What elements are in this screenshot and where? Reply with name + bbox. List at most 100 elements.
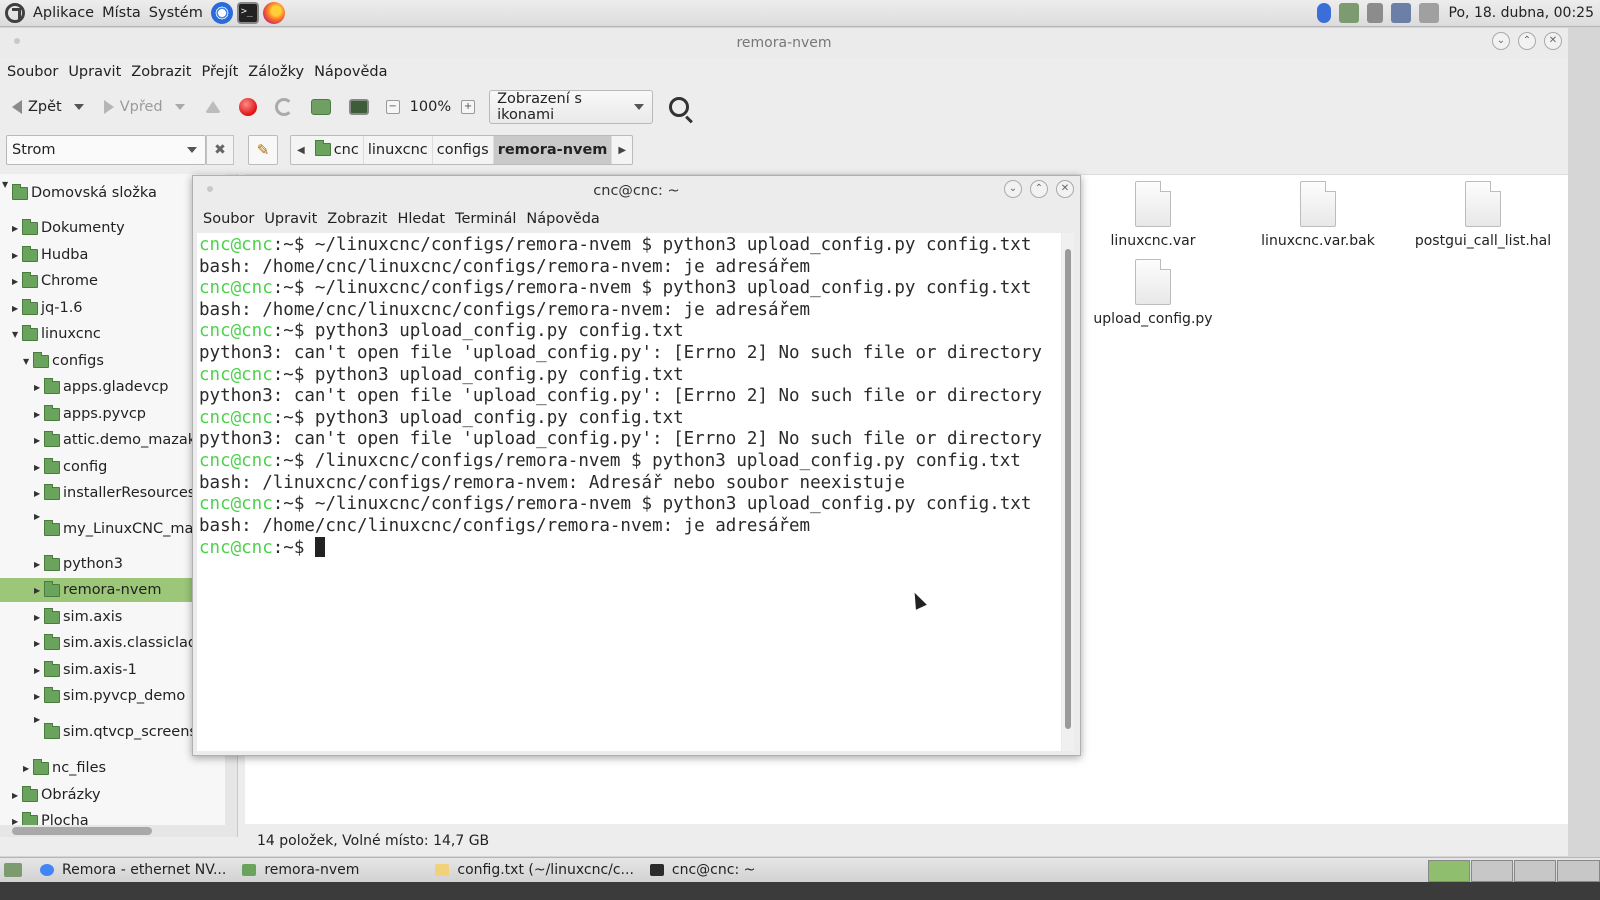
tree-item-sim-axis-1[interactable]: ▶ sim.axis-1: [34, 658, 137, 682]
fm-menu-napoveda[interactable]: Nápověda: [309, 64, 392, 80]
back-history-icon[interactable]: [73, 104, 84, 110]
window-menu-icon[interactable]: [14, 38, 20, 44]
show-desktop-button[interactable]: [0, 858, 32, 883]
workspace-3[interactable]: [1514, 860, 1556, 882]
network-icon[interactable]: [1338, 3, 1359, 23]
zoom-in-button[interactable]: +: [461, 100, 476, 114]
parent-folder-icon[interactable]: [204, 101, 221, 113]
workspace-1[interactable]: [1428, 860, 1470, 882]
term-menu-upravit[interactable]: Upravit: [259, 211, 322, 227]
tree-item-nc-files[interactable]: ▶ nc_files: [23, 756, 106, 780]
menu-mista[interactable]: Místa: [98, 5, 145, 21]
terminal-maximize-button[interactable]: ⌃: [1030, 180, 1048, 198]
tree-item-attic-demo-mazak[interactable]: ▶ attic.demo_mazak: [34, 428, 196, 452]
sidebar-mode-select[interactable]: Strom: [6, 135, 206, 165]
update-icon[interactable]: [1390, 3, 1411, 23]
scrollbar-thumb[interactable]: [12, 827, 152, 835]
term-menu-napoveda[interactable]: Nápověda: [521, 211, 604, 227]
tree-item-sim-axis[interactable]: ▶ sim.axis: [34, 605, 122, 629]
fm-menu-zalozky[interactable]: Záložky: [243, 64, 309, 80]
terminal-close-button[interactable]: ✕: [1056, 180, 1074, 198]
tree-item-sim-axis-classicladder[interactable]: ▶ sim.axis.classicladde: [34, 631, 215, 655]
back-button[interactable]: Zpět: [8, 91, 88, 123]
tree-item-configs[interactable]: ▼ configs: [23, 349, 104, 373]
tree-item-my-linuxcnc-expander[interactable]: ▶: [34, 504, 44, 528]
term-menu-soubor[interactable]: Soubor: [198, 211, 259, 227]
fm-close-button[interactable]: ✕: [1544, 32, 1562, 50]
breadcrumb-remora-nvem[interactable]: remora-nvem: [493, 136, 613, 164]
fm-maximize-button[interactable]: ⌃: [1518, 32, 1536, 50]
scrollbar-thumb[interactable]: [1065, 249, 1071, 729]
firefox-launcher-icon[interactable]: [262, 2, 285, 24]
menu-system[interactable]: Systém: [145, 5, 207, 21]
tree-item-obrazky[interactable]: ▶ Obrázky: [12, 783, 101, 807]
tree-item-sim-qtvcp-screens[interactable]: sim.qtvcp_screens.c: [44, 720, 210, 744]
tree-item-python3[interactable]: ▶ python3: [34, 552, 123, 576]
workspace-2[interactable]: [1471, 860, 1513, 882]
tree-item-apps-pyvcp[interactable]: ▶ apps.pyvcp: [34, 402, 146, 426]
removable-media-icon[interactable]: [1418, 3, 1439, 23]
task-chrome[interactable]: Remora - ethernet NV...: [32, 858, 234, 883]
close-sidebar-button[interactable]: ✖: [206, 135, 234, 165]
tree-item-my-linuxcnc[interactable]: my_LinuxCNC_mac: [44, 517, 201, 541]
tree-item-jq[interactable]: ▶ jq-1.6: [12, 296, 83, 320]
task-text-editor[interactable]: config.txt (~/linuxcnc/c...: [427, 858, 642, 883]
computer-icon[interactable]: [348, 99, 369, 115]
task-terminal[interactable]: cnc@cnc: ~: [642, 858, 763, 883]
tree-item-dokumenty[interactable]: ▶ Dokumenty: [12, 216, 125, 240]
terminal-launcher-icon[interactable]: >_: [236, 2, 259, 24]
toggle-location-entry-button[interactable]: ✎: [248, 135, 278, 165]
chrome-launcher-icon[interactable]: [210, 2, 233, 24]
file-item[interactable]: postgui_call_list.hal: [1408, 181, 1558, 249]
term-menu-terminal[interactable]: Terminál: [450, 211, 521, 227]
tree-item-sim-pyvcp-demo[interactable]: ▶ sim.pyvcp_demo: [34, 684, 185, 708]
file-item[interactable]: upload_config.py: [1078, 259, 1228, 327]
zoom-out-button[interactable]: −: [385, 100, 400, 114]
tree-item-sim-qtvcp-expander[interactable]: ▶: [34, 707, 44, 731]
tree-item-linuxcnc[interactable]: ▼ linuxcnc: [12, 322, 101, 346]
breadcrumb-left-arrow-icon[interactable]: ◀: [291, 145, 311, 156]
tree-item-installer-resources[interactable]: ▶ installerResources: [34, 481, 195, 505]
tree-item-chrome[interactable]: ▶ Chrome: [12, 269, 98, 293]
menu-aplikace[interactable]: Aplikace: [29, 5, 98, 21]
terminal-scrollbar[interactable]: [1062, 233, 1074, 751]
breadcrumb-configs[interactable]: configs: [433, 136, 494, 164]
clock[interactable]: Po, 18. dubna, 00:25: [1449, 5, 1594, 21]
breadcrumb-right-arrow-icon[interactable]: ▶: [612, 145, 632, 156]
tree-item-apps-gladevcp[interactable]: ▶ apps.gladevcp: [34, 375, 168, 399]
task-label: cnc@cnc: ~: [671, 862, 756, 878]
workspace-4[interactable]: [1557, 860, 1600, 882]
forward-history-icon[interactable]: [174, 104, 185, 110]
tree-item-domovska-slozka[interactable]: Domovská složka: [12, 181, 157, 205]
fm-menu-upravit[interactable]: Upravit: [63, 64, 126, 80]
view-mode-select[interactable]: Zobrazení s ikonami: [489, 90, 654, 124]
stop-icon[interactable]: [238, 98, 257, 116]
file-item[interactable]: linuxcnc.var.bak: [1243, 181, 1393, 249]
breadcrumb-cnc[interactable]: cnc: [311, 136, 364, 164]
home-folder-icon[interactable]: [310, 99, 331, 115]
reload-icon[interactable]: [274, 98, 293, 116]
tree-item-config[interactable]: ▶ config: [34, 455, 107, 479]
fm-menu-soubor[interactable]: Soubor: [2, 64, 63, 80]
search-icon[interactable]: [669, 97, 690, 117]
task-file-manager[interactable]: remora-nvem: [234, 858, 367, 883]
tree-label: sim.qtvcp_screens.c: [63, 724, 210, 740]
fm-menu-prejit[interactable]: Přejít: [196, 64, 243, 80]
tree-root-expander[interactable]: ▼: [2, 174, 12, 196]
term-menu-hledat[interactable]: Hledat: [392, 211, 450, 227]
output-text: bash: /home/cnc/linuxcnc/configs/remora-…: [199, 256, 811, 277]
sidebar-horizontal-scrollbar[interactable]: [0, 825, 226, 837]
terminal-screen[interactable]: cnc@cnc:~$ ~/linuxcnc/configs/remora-nve…: [197, 233, 1061, 751]
forward-button[interactable]: Vpřed: [100, 91, 189, 123]
term-menu-zobrazit[interactable]: Zobrazit: [322, 211, 392, 227]
volume-icon[interactable]: [1366, 3, 1383, 23]
terminal-minimize-button[interactable]: ⌄: [1004, 180, 1022, 198]
breadcrumb-linuxcnc[interactable]: linuxcnc: [364, 136, 433, 164]
fm-menu-zobrazit[interactable]: Zobrazit: [126, 64, 196, 80]
file-item[interactable]: linuxcnc.var: [1078, 181, 1228, 249]
window-menu-icon[interactable]: [207, 186, 213, 192]
tree-item-hudba[interactable]: ▶ Hudba: [12, 243, 88, 267]
mate-logo-icon[interactable]: [5, 3, 25, 23]
fm-minimize-button[interactable]: ⌄: [1492, 32, 1510, 50]
bluetooth-icon[interactable]: [1316, 3, 1331, 23]
